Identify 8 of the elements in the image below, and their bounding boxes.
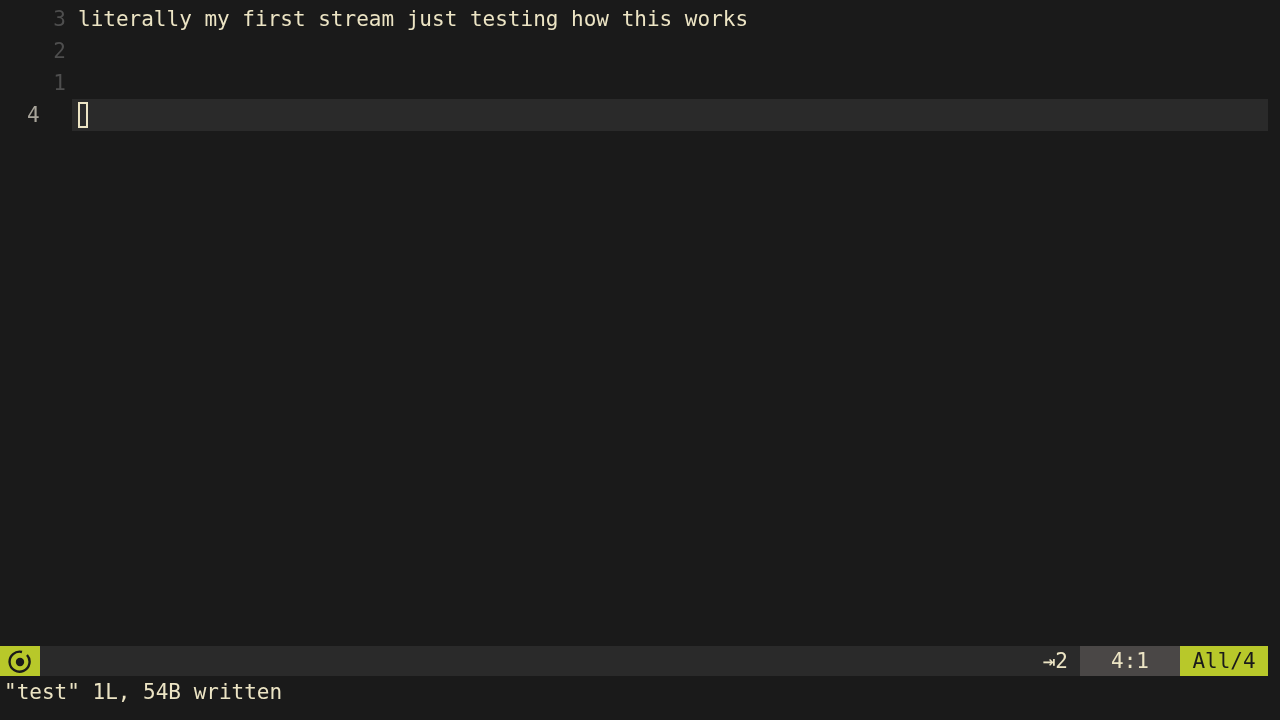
scroll-position: All/4 xyxy=(1180,646,1268,676)
cursor-position: 4:1 xyxy=(1080,646,1180,676)
line-number: 4 xyxy=(26,103,41,127)
indent-setting: ⇥2 xyxy=(1041,648,1069,675)
target-icon xyxy=(8,649,32,673)
command-message: "test" 1L, 54B written xyxy=(4,680,283,704)
text-cursor xyxy=(78,102,88,128)
line-text: literally my first stream just testing how this works xyxy=(78,7,749,31)
